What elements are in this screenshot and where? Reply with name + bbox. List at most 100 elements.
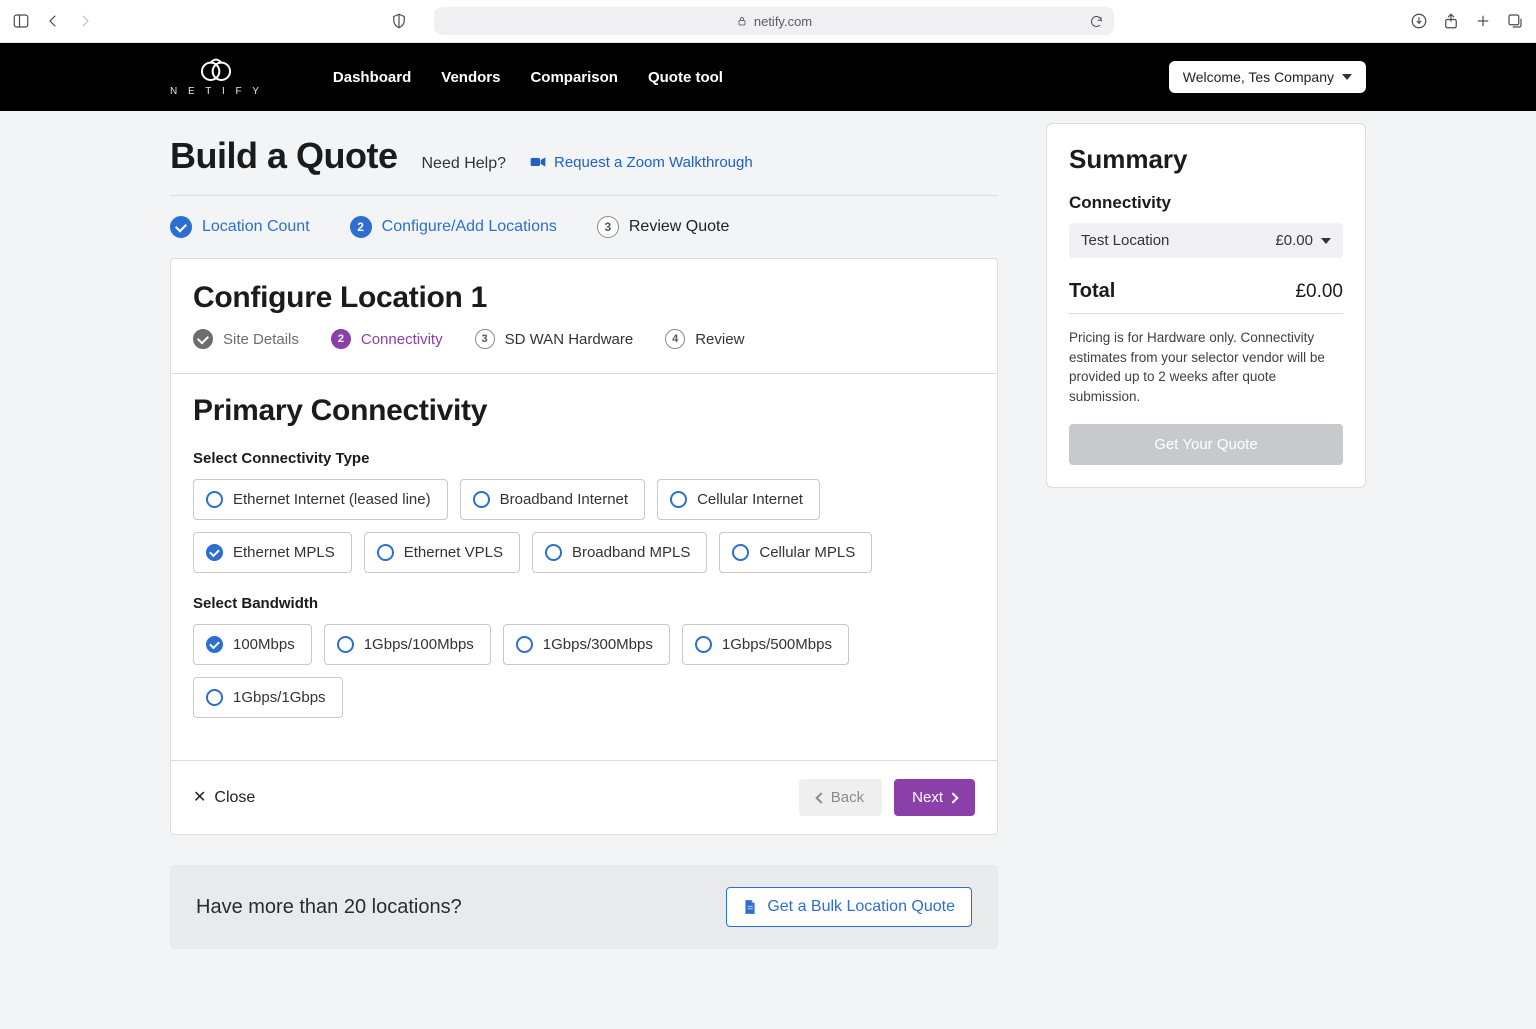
option-label: Broadband Internet: [500, 491, 628, 508]
radio-icon: [695, 636, 712, 653]
radio-icon: [732, 544, 749, 561]
option-label: Ethernet MPLS: [233, 544, 335, 561]
browser-chrome: netify.com: [0, 0, 1536, 43]
bandwidth-option[interactable]: 1Gbps/300Mbps: [503, 624, 670, 665]
nav-dashboard[interactable]: Dashboard: [333, 69, 411, 86]
summary-title: Summary: [1069, 144, 1343, 175]
option-label: 1Gbps/1Gbps: [233, 689, 326, 706]
privacy-shield-icon[interactable]: [390, 12, 408, 30]
netify-logo-icon: [196, 58, 236, 82]
bandwidth-option[interactable]: 100Mbps: [193, 624, 312, 665]
radio-icon: [337, 636, 354, 653]
nav-comparison[interactable]: Comparison: [530, 69, 618, 86]
reload-icon[interactable]: [1089, 14, 1104, 29]
radio-icon: [670, 491, 687, 508]
connectivity-option[interactable]: Cellular Internet: [657, 479, 820, 520]
brand-name: N E T I F Y: [170, 86, 263, 97]
connectivity-type-options: Ethernet Internet (leased line) Broadband…: [193, 479, 975, 573]
close-icon: ✕: [193, 790, 206, 806]
app-header: N E T I F Y Dashboard Vendors Comparison…: [0, 43, 1536, 111]
next-button[interactable]: Next: [894, 779, 975, 816]
get-quote-button[interactable]: Get Your Quote: [1069, 424, 1343, 465]
total-label: Total: [1069, 280, 1115, 303]
radio-icon: [206, 689, 223, 706]
bulk-quote-button[interactable]: Get a Bulk Location Quote: [726, 887, 972, 927]
connectivity-option[interactable]: Ethernet VPLS: [364, 532, 520, 573]
connectivity-type-label: Select Connectivity Type: [193, 450, 975, 467]
caret-down-icon: [1342, 74, 1352, 80]
nav-back-icon[interactable]: [44, 12, 62, 30]
page-title: Build a Quote: [170, 135, 398, 177]
summary-location-price: £0.00: [1275, 232, 1313, 249]
substep-review[interactable]: 4 Review: [665, 329, 744, 349]
connectivity-option[interactable]: Cellular MPLS: [719, 532, 872, 573]
caret-down-icon: [1321, 238, 1331, 244]
nav-quote-tool[interactable]: Quote tool: [648, 69, 723, 86]
option-label: 1Gbps/300Mbps: [543, 636, 653, 653]
pricing-note: Pricing is for Hardware only. Connectivi…: [1069, 328, 1343, 406]
option-label: 1Gbps/500Mbps: [722, 636, 832, 653]
share-icon[interactable]: [1442, 12, 1460, 30]
bulk-question: Have more than 20 locations?: [196, 896, 462, 919]
checkmark-icon: [193, 329, 213, 349]
connectivity-option[interactable]: Ethernet Internet (leased line): [193, 479, 448, 520]
address-bar[interactable]: netify.com: [434, 7, 1114, 35]
option-label: Ethernet Internet (leased line): [233, 491, 431, 508]
nav-vendors[interactable]: Vendors: [441, 69, 500, 86]
chevron-right-icon: [947, 792, 958, 803]
address-bar-text: netify.com: [754, 14, 812, 29]
location-sub-stepper: Site Details 2 Connectivity 3 SD WAN Har…: [193, 329, 975, 349]
zoom-link-text: Request a Zoom Walkthrough: [554, 154, 753, 171]
summary-panel: Summary Connectivity Test Location £0.00…: [1046, 123, 1366, 488]
close-button[interactable]: ✕ Close: [193, 789, 255, 807]
need-help-label: Need Help?: [422, 155, 507, 173]
summary-location-name: Test Location: [1081, 232, 1169, 249]
bandwidth-options: 100Mbps 1Gbps/100Mbps 1Gbps/300Mbps 1Gbps/5…: [193, 624, 975, 718]
downloads-icon[interactable]: [1410, 12, 1428, 30]
lock-icon: [736, 15, 748, 27]
main-nav: Dashboard Vendors Comparison Quote tool: [333, 69, 723, 86]
connectivity-option[interactable]: Broadband Internet: [460, 479, 645, 520]
tab-overview-icon[interactable]: [1506, 12, 1524, 30]
bulk-quote-bar: Have more than 20 locations? Get a Bulk …: [170, 865, 998, 949]
configure-location-card: Configure Location 1 Site Details 2 Conn…: [170, 258, 998, 835]
radio-icon: [206, 636, 223, 653]
section-title: Primary Connectivity: [193, 394, 975, 428]
account-menu[interactable]: Welcome, Tes Company: [1169, 61, 1366, 93]
option-label: Broadband MPLS: [572, 544, 690, 561]
zoom-walkthrough-link[interactable]: Request a Zoom Walkthrough: [530, 154, 753, 171]
option-label: Ethernet VPLS: [404, 544, 503, 561]
summary-location-row[interactable]: Test Location £0.00: [1069, 223, 1343, 258]
checkmark-icon: [170, 216, 192, 238]
card-title: Configure Location 1: [193, 281, 975, 315]
total-value: £0.00: [1295, 281, 1343, 303]
brand-logo[interactable]: N E T I F Y: [170, 58, 263, 97]
quote-stepper: Location Count 2 Configure/Add Locations…: [170, 212, 998, 258]
divider: [170, 195, 998, 196]
step-configure-locations[interactable]: 2 Configure/Add Locations: [350, 216, 557, 238]
connectivity-option[interactable]: Ethernet MPLS: [193, 532, 352, 573]
substep-site-details[interactable]: Site Details: [193, 329, 299, 349]
step-location-count[interactable]: Location Count: [170, 216, 310, 238]
new-tab-icon[interactable]: [1474, 12, 1492, 30]
back-button[interactable]: Back: [799, 779, 882, 816]
connectivity-option[interactable]: Broadband MPLS: [532, 532, 707, 573]
radio-icon: [206, 491, 223, 508]
step-review-quote[interactable]: 3 Review Quote: [597, 216, 730, 238]
nav-forward-icon: [76, 12, 94, 30]
radio-icon: [473, 491, 490, 508]
radio-icon: [516, 636, 533, 653]
substep-connectivity[interactable]: 2 Connectivity: [331, 329, 443, 349]
bandwidth-option[interactable]: 1Gbps/500Mbps: [682, 624, 849, 665]
option-label: 1Gbps/100Mbps: [364, 636, 474, 653]
radio-icon: [206, 544, 223, 561]
bandwidth-option[interactable]: 1Gbps/1Gbps: [193, 677, 343, 718]
sidebar-toggle-icon[interactable]: [12, 12, 30, 30]
bandwidth-label: Select Bandwidth: [193, 595, 975, 612]
bandwidth-option[interactable]: 1Gbps/100Mbps: [324, 624, 491, 665]
video-camera-icon: [530, 156, 546, 168]
document-icon: [743, 899, 757, 915]
summary-subtitle: Connectivity: [1069, 193, 1343, 213]
option-label: Cellular Internet: [697, 491, 803, 508]
substep-sdwan-hardware[interactable]: 3 SD WAN Hardware: [475, 329, 634, 349]
